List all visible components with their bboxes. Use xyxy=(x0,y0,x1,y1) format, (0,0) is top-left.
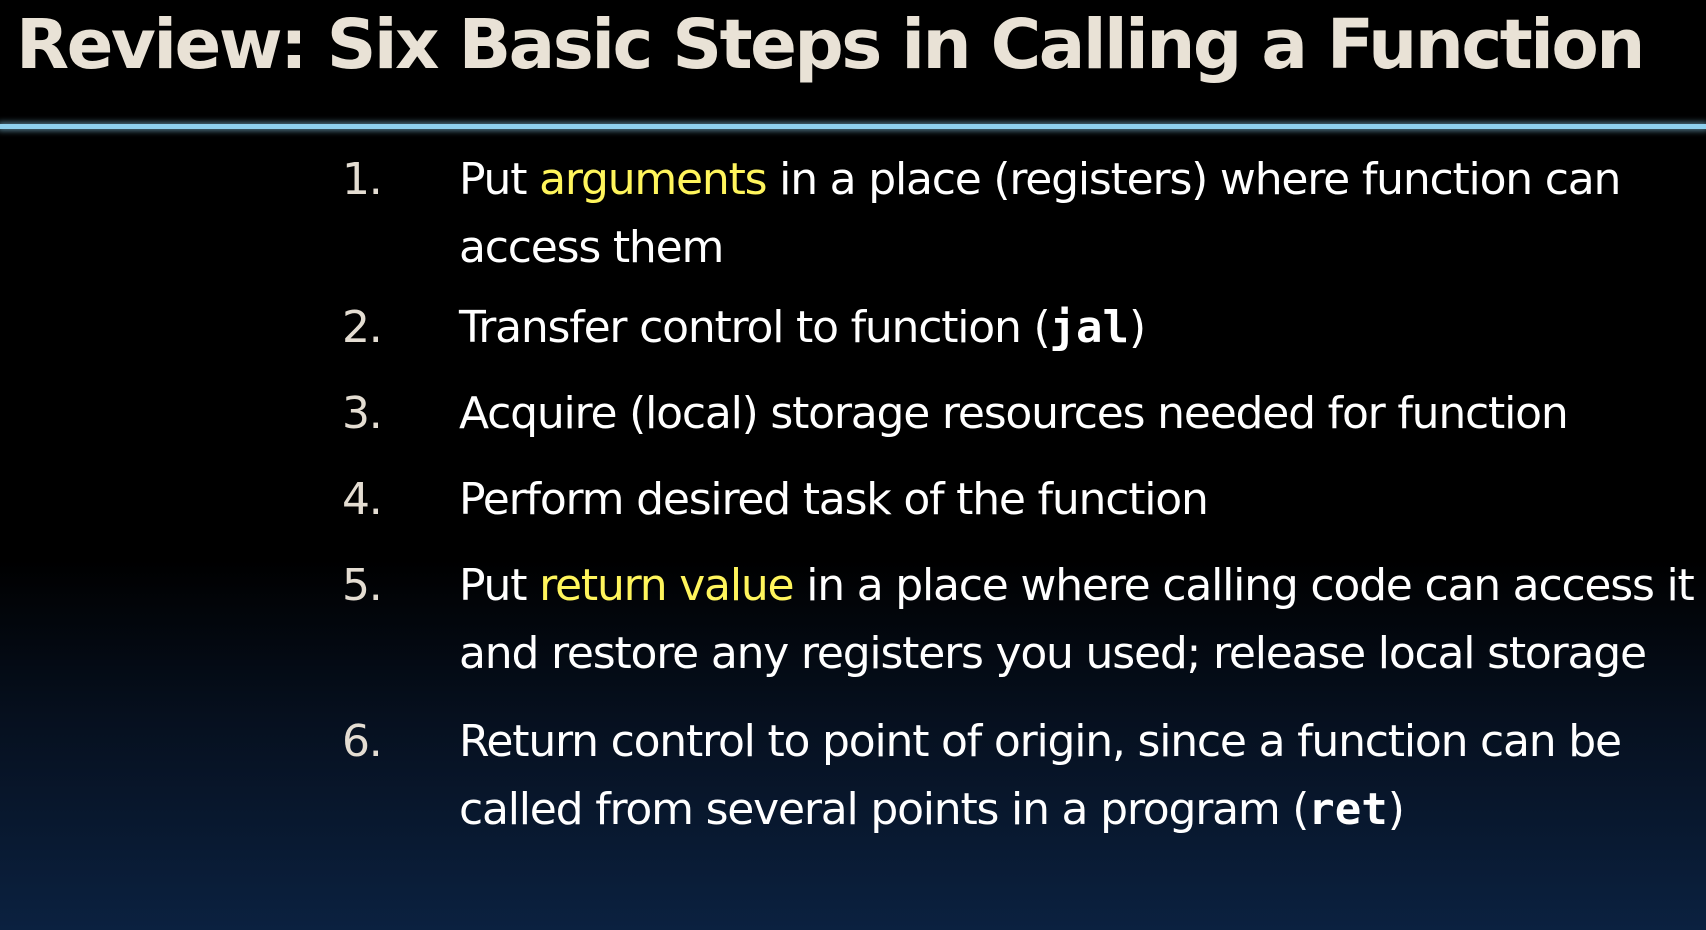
step-item-5: 5. Put return value in a place where cal… xyxy=(0,552,1699,688)
step-text: Transfer control to function ( xyxy=(459,302,1051,353)
step-text: Acquire (local) storage resources needed… xyxy=(459,388,1569,439)
steps-list: 1. Put arguments in a place (registers) … xyxy=(0,146,1706,844)
step-highlight: return value xyxy=(539,560,795,611)
step-item-6: 6. Return control to point of origin, si… xyxy=(0,708,1699,844)
slide-title: Review: Six Basic Steps in Calling a Fun… xyxy=(16,5,1645,85)
slide: Review: Six Basic Steps in Calling a Fun… xyxy=(0,0,1706,930)
step-number: 6. xyxy=(342,716,383,767)
step-text: Perform desired task of the function xyxy=(459,474,1209,525)
step-code: ret xyxy=(1308,784,1388,835)
step-number: 5. xyxy=(342,560,383,611)
step-item-4: 4. Perform desired task of the function xyxy=(0,466,1699,534)
step-item-3: 3. Acquire (local) storage resources nee… xyxy=(0,380,1699,448)
step-number: 1. xyxy=(342,154,383,205)
step-code: jal xyxy=(1049,302,1129,353)
step-text: Put xyxy=(459,560,540,611)
step-text: ) xyxy=(1387,784,1405,835)
step-number: 4. xyxy=(342,474,383,525)
step-item-1: 1. Put arguments in a place (registers) … xyxy=(0,146,1699,282)
step-number: 2. xyxy=(342,302,383,353)
step-highlight: arguments xyxy=(539,154,767,205)
step-text: Put xyxy=(459,154,540,205)
step-text: ) xyxy=(1128,302,1146,353)
step-text: Return control to point of origin, since… xyxy=(459,716,1622,835)
step-item-2: 2. Transfer control to function (jal) xyxy=(0,294,1699,362)
title-divider xyxy=(0,124,1706,129)
step-number: 3. xyxy=(342,388,383,439)
